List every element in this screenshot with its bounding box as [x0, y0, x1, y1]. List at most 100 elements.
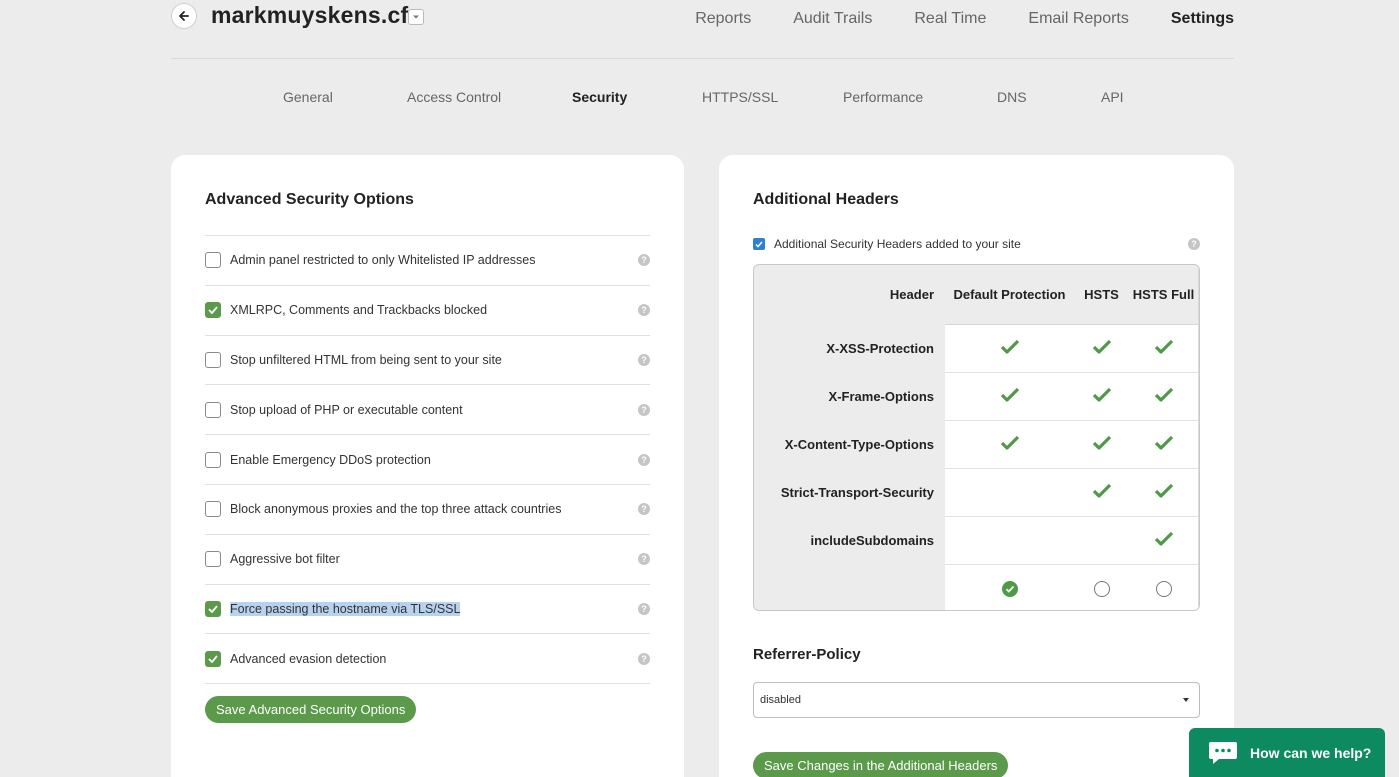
help-icon[interactable]: ?	[638, 652, 650, 665]
settings-tabs: General Access Control Security HTTPS/SS…	[0, 89, 1399, 109]
check-icon	[1092, 435, 1111, 450]
advanced-options-list: Admin panel restricted to only Whitelist…	[205, 235, 650, 685]
check-icon	[1000, 387, 1019, 402]
checkbox[interactable]	[205, 451, 221, 468]
top-bar: markmuyskens.cf Reports Audit Trails Rea…	[171, 0, 1234, 59]
additional-headers-card: Additional Headers Additional Security H…	[719, 155, 1234, 777]
option-anonymous-proxies: Block anonymous proxies and the top thre…	[205, 485, 650, 535]
checkmark-icon	[208, 655, 218, 663]
option-bot-filter: Aggressive bot filter ?	[205, 535, 650, 585]
option-label: Enable Emergency DDoS protection	[230, 452, 431, 467]
additional-headers-toggle-row: Additional Security Headers added to you…	[753, 237, 1200, 251]
help-icon[interactable]: ?	[638, 353, 650, 366]
header-name: X-Frame-Options	[828, 388, 934, 404]
help-icon[interactable]: ?	[638, 453, 650, 466]
nav-settings[interactable]: Settings	[1171, 10, 1234, 28]
header-name: includeSubdomains	[810, 532, 934, 548]
checkbox[interactable]	[205, 252, 221, 269]
check-icon	[1154, 435, 1173, 450]
help-icon[interactable]: ?	[638, 254, 650, 267]
radio-default-protection[interactable]	[1001, 580, 1018, 597]
radio-hsts[interactable]	[1093, 580, 1110, 597]
table-row: includeSubdomains	[754, 516, 1199, 565]
option-label: XMLRPC, Comments and Trackbacks blocked	[230, 303, 488, 318]
chevron-down-icon	[413, 15, 419, 19]
check-icon	[1092, 339, 1111, 354]
tab-general[interactable]: General	[283, 89, 333, 105]
checkbox[interactable]	[205, 501, 221, 518]
help-icon[interactable]: ?	[638, 304, 650, 317]
tab-dns[interactable]: DNS	[997, 89, 1027, 105]
check-icon	[1154, 483, 1173, 498]
nav-email-reports[interactable]: Email Reports	[1028, 10, 1128, 28]
option-label: Stop unfiltered HTML from being sent to …	[230, 352, 502, 367]
check-icon	[1092, 387, 1111, 402]
tab-https-ssl[interactable]: HTTPS/SSL	[702, 89, 778, 105]
tab-security[interactable]: Security	[572, 89, 627, 105]
table-row: X-XSS-Protection	[754, 324, 1199, 373]
help-icon[interactable]: ?	[638, 403, 650, 416]
site-name: markmuyskens.cf	[211, 2, 409, 28]
tab-api[interactable]: API	[1101, 89, 1124, 105]
save-advanced-security-button[interactable]: Save Advanced Security Options	[205, 696, 417, 723]
advanced-security-title: Advanced Security Options	[205, 191, 414, 208]
check-icon	[1154, 531, 1173, 546]
additional-headers-checkbox[interactable]	[753, 238, 765, 250]
check-icon	[1000, 435, 1019, 450]
save-additional-headers-button[interactable]: Save Changes in the Additional Headers	[753, 752, 1009, 777]
radio-hsts-full[interactable]	[1155, 580, 1172, 597]
nav-real-time[interactable]: Real Time	[914, 10, 986, 28]
check-icon	[1000, 339, 1019, 354]
site-dropdown-button[interactable]	[408, 9, 424, 25]
table-row: Strict-Transport-Security	[754, 468, 1199, 517]
column-header-name: Header	[889, 287, 934, 302]
option-label: Admin panel restricted to only Whitelist…	[230, 253, 536, 268]
checkmark-icon	[208, 306, 218, 315]
column-header-hsts-full: HSTS Full	[1129, 265, 1199, 325]
help-icon[interactable]: ?	[1188, 238, 1200, 250]
main-nav: Reports Audit Trails Real Time Email Rep…	[695, 10, 1234, 28]
help-icon[interactable]: ?	[638, 553, 650, 566]
nav-audit-trails[interactable]: Audit Trails	[793, 10, 872, 28]
advanced-security-card: Advanced Security Options Admin panel re…	[171, 155, 684, 777]
help-chat-button[interactable]: How can we help?	[1189, 728, 1385, 777]
checkmark-icon	[755, 241, 763, 248]
checkbox[interactable]	[205, 351, 221, 368]
table-row: X-Frame-Options	[754, 372, 1199, 421]
nav-reports[interactable]: Reports	[695, 10, 751, 28]
referrer-policy-title: Referrer-Policy	[753, 646, 861, 663]
tab-access-control[interactable]: Access Control	[407, 89, 501, 105]
checkmark-icon	[208, 605, 218, 613]
check-icon	[1154, 387, 1173, 402]
table-row: X-Content-Type-Options	[754, 420, 1199, 469]
checkbox[interactable]	[205, 401, 221, 418]
caret-down-icon	[1183, 698, 1189, 702]
check-icon	[1154, 339, 1173, 354]
referrer-policy-value: disabled	[760, 694, 801, 706]
referrer-policy-select[interactable]: disabled	[753, 682, 1200, 718]
tab-performance[interactable]: Performance	[843, 89, 923, 105]
column-header-hsts: HSTS	[1074, 265, 1129, 325]
profile-radio-row	[754, 564, 1199, 610]
header-name: X-XSS-Protection	[826, 340, 934, 356]
option-label: Advanced evasion detection	[230, 651, 387, 666]
option-unfiltered-html: Stop unfiltered HTML from being sent to …	[205, 336, 650, 386]
checkbox[interactable]	[205, 650, 221, 667]
additional-headers-label: Additional Security Headers added to you…	[774, 237, 1021, 251]
chat-bubble-icon	[1209, 741, 1237, 764]
headers-table: Header Default Protection HSTS HSTS Full…	[753, 264, 1200, 611]
option-label: Stop upload of PHP or executable content	[230, 402, 463, 417]
checkbox[interactable]	[205, 551, 221, 568]
help-chat-label: How can we help?	[1250, 744, 1372, 761]
help-icon[interactable]: ?	[638, 503, 650, 516]
option-xmlrpc: XMLRPC, Comments and Trackbacks blocked …	[205, 286, 650, 336]
header-name: Strict-Transport-Security	[780, 484, 934, 500]
back-button[interactable]	[171, 3, 197, 29]
checkmark-icon	[1005, 585, 1014, 593]
option-label: Force passing the hostname via TLS/SSL	[230, 601, 461, 616]
checkbox[interactable]	[205, 600, 221, 617]
arrow-left-icon	[179, 11, 189, 21]
help-icon[interactable]: ?	[638, 602, 650, 615]
header-name: X-Content-Type-Options	[784, 436, 934, 452]
checkbox[interactable]	[205, 302, 221, 319]
